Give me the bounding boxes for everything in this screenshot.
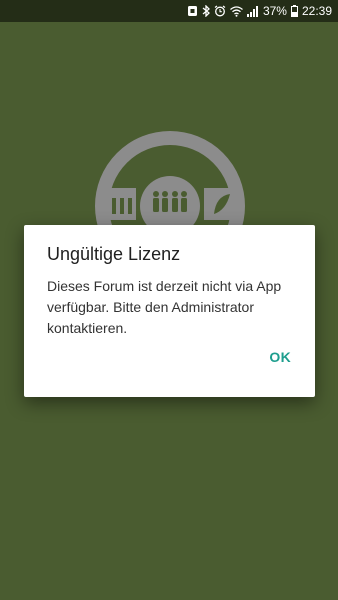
status-icons: 37% 22:39 bbox=[187, 0, 332, 22]
signal-icon bbox=[246, 5, 259, 17]
battery-percent: 37% bbox=[262, 4, 287, 18]
alarm-icon bbox=[214, 5, 226, 17]
status-bar: 37% 22:39 bbox=[0, 0, 338, 22]
dialog-message: Dieses Forum ist derzeit nicht via App v… bbox=[47, 278, 282, 336]
battery-icon bbox=[290, 5, 298, 17]
wifi-icon bbox=[230, 5, 243, 17]
bluetooth-icon bbox=[202, 5, 210, 17]
clock: 22:39 bbox=[301, 4, 332, 18]
dialog-title: Ungültige Lizenz bbox=[47, 244, 181, 264]
ok-button[interactable]: OK bbox=[259, 343, 301, 371]
license-dialog: Ungültige Lizenz Dieses Forum ist derzei… bbox=[24, 225, 315, 397]
nfc-icon bbox=[187, 5, 198, 17]
